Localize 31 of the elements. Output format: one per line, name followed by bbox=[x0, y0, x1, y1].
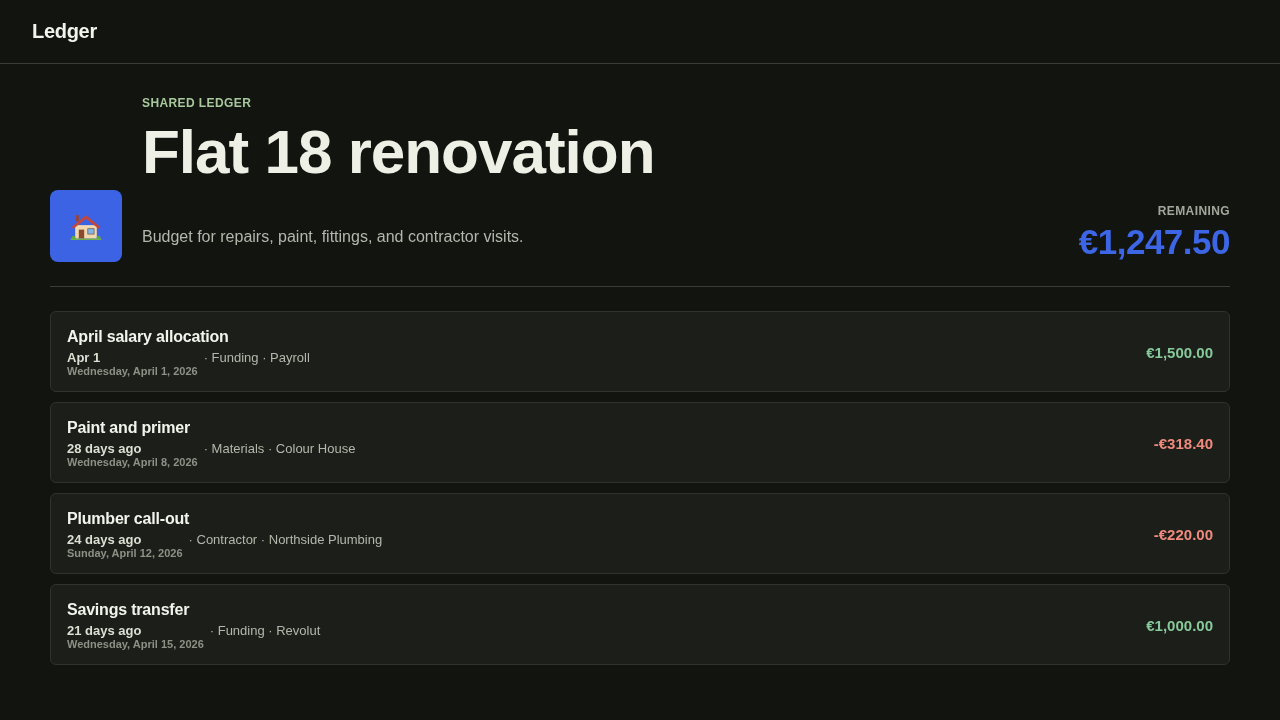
transaction-amount: -€220.00 bbox=[1153, 526, 1213, 543]
transaction-card[interactable]: Plumber call-out 24 days ago Sunday, April 12, 2026 · Contractor · Northside Plumbing -€220.00 bbox=[50, 493, 1230, 574]
transaction-details: · Contractor · Northside Plumbing bbox=[188, 532, 383, 547]
transaction-title: April salary allocation bbox=[67, 327, 230, 347]
transaction-amount: €1,500.00 bbox=[1146, 344, 1213, 361]
full-date: Wednesday, April 15, 2026 bbox=[67, 638, 204, 651]
app-name: Ledger bbox=[32, 20, 97, 43]
transaction-card[interactable]: Paint and primer 28 days ago Wednesday, April 8, 2026 · Materials · Colour House -€318.40 bbox=[50, 402, 1230, 483]
transaction-amount: -€318.40 bbox=[1153, 435, 1213, 452]
balance-label: REMAINING bbox=[1157, 204, 1230, 218]
section-label: SHARED LEDGER bbox=[142, 96, 252, 110]
transaction-amount: €1,000.00 bbox=[1146, 617, 1213, 634]
transaction-details: · Funding · Revolut bbox=[209, 623, 321, 638]
relative-date: Apr 1 bbox=[67, 350, 102, 365]
relative-date: 28 days ago bbox=[67, 441, 143, 456]
transaction-details: · Materials · Colour House bbox=[203, 441, 356, 456]
house-icon bbox=[50, 190, 122, 262]
balance-amount: €1,247.50 bbox=[1078, 222, 1230, 262]
transaction-title: Paint and primer bbox=[67, 418, 192, 438]
transaction-title: Plumber call-out bbox=[67, 509, 191, 529]
transaction-card[interactable]: Savings transfer 21 days ago Wednesday, April 15, 2026 · Funding · Revolut €1,000.00 bbox=[50, 584, 1230, 665]
relative-date: 24 days ago bbox=[67, 532, 143, 547]
full-date: Wednesday, April 1, 2026 bbox=[67, 365, 198, 378]
ledger-description: Budget for repairs, paint, fittings, and contractor visits. bbox=[142, 227, 524, 247]
transaction-card[interactable]: April salary allocation Apr 1 Wednesday, April 1, 2026 · Funding · Payroll €1,500.00 bbox=[50, 311, 1230, 392]
full-date: Sunday, April 12, 2026 bbox=[67, 547, 183, 560]
relative-date: 21 days ago bbox=[67, 623, 143, 638]
transaction-details: · Funding · Payroll bbox=[203, 350, 310, 365]
ledger-title: Flat 18 renovation bbox=[142, 118, 655, 186]
transaction-title: Savings transfer bbox=[67, 600, 191, 620]
full-date: Wednesday, April 8, 2026 bbox=[67, 456, 198, 469]
